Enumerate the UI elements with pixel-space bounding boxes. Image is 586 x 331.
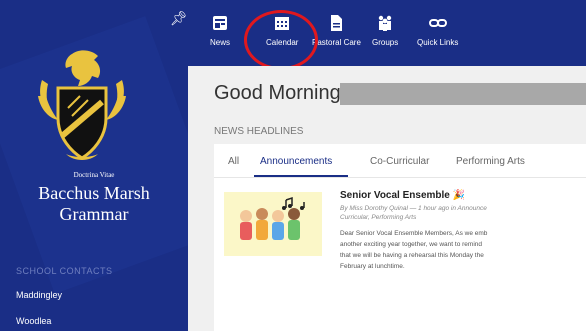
news-card: All Announcements Co-Curricular Performi… — [214, 144, 586, 331]
main-content: Good Morning, NEWS HEADLINES All Announc… — [188, 66, 586, 331]
groups-icon — [378, 15, 392, 31]
school-name-line2: Grammar — [59, 204, 129, 224]
tab-all[interactable]: All — [228, 156, 239, 167]
school-name-line1: Bacchus Marsh — [38, 183, 150, 203]
nav-news-label: News — [210, 38, 231, 47]
school-motto: Doctrina Vitae — [73, 171, 115, 179]
news-headlines-heading: NEWS HEADLINES — [214, 126, 304, 137]
nav-pastoral-care-label: Pastoral Care — [312, 38, 361, 47]
contact-item-woodlea[interactable]: Woodlea — [16, 316, 51, 326]
nav-groups[interactable]: Groups — [372, 14, 398, 47]
article-meta-line1: By Miss Dorothy Quinal — 1 hour ago in A… — [340, 205, 487, 212]
nav-quick-links-label: Quick Links — [417, 38, 459, 47]
news-tabs: All Announcements Co-Curricular Performi… — [214, 144, 586, 178]
school-crest-logo — [38, 50, 126, 160]
redacted-username — [340, 83, 586, 105]
article-meta-line2: Curricular, Performing Arts — [340, 214, 417, 221]
article-title[interactable]: Senior Vocal Ensemble 🎉 — [340, 190, 465, 201]
nav-groups-label: Groups — [372, 38, 399, 47]
article-thumbnail[interactable] — [224, 192, 322, 256]
tab-co-curricular[interactable]: Co-Curricular — [370, 156, 429, 167]
article-meta: By Miss Dorothy Quinal — 1 hour ago in A… — [340, 204, 586, 222]
nav-pastoral-care[interactable]: Pastoral Care — [312, 14, 361, 47]
article-body: Dear Senior Vocal Ensemble Members, As w… — [340, 228, 586, 272]
singing-children-illustration — [240, 196, 305, 240]
active-tab-indicator — [254, 175, 348, 177]
article-body-line2: another exciting year together, we want … — [340, 241, 482, 248]
article-body-line3: that we will be having a rehearsal this … — [340, 252, 484, 259]
news-icon — [213, 16, 227, 30]
pin-icon[interactable]: 📌︎ — [170, 10, 188, 27]
link-icon — [428, 19, 447, 27]
contact-item-maddingley[interactable]: Maddingley — [16, 290, 62, 300]
document-icon — [331, 15, 343, 31]
school-contacts-heading: SCHOOL CONTACTS — [16, 266, 113, 276]
sidebar: 📌︎ Doctrina Vitae Bacchus Marsh Grammar … — [0, 0, 188, 331]
greeting-text: Good Morning, — [214, 82, 347, 104]
tab-announcements[interactable]: Announcements — [260, 156, 332, 167]
nav-news[interactable]: News — [210, 14, 230, 47]
article-body-line4: February at lunchtime. — [340, 263, 405, 270]
article-body-line1: Dear Senior Vocal Ensemble Members, As w… — [340, 230, 488, 237]
nav-quick-links[interactable]: Quick Links — [417, 14, 458, 47]
school-name: Bacchus Marsh Grammar — [0, 183, 188, 225]
calendar-highlight-circle — [244, 10, 318, 70]
tab-performing-arts[interactable]: Performing Arts — [456, 156, 525, 167]
